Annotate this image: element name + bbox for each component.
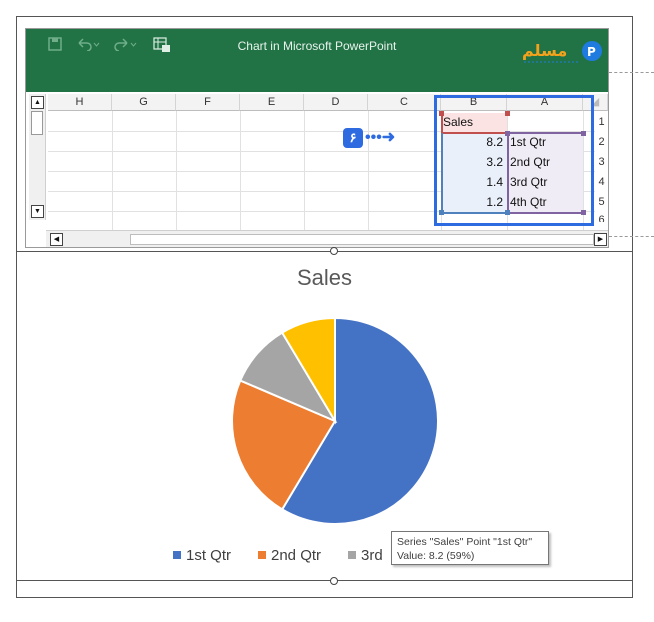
column-header[interactable]: C [368, 94, 441, 111]
legend-entry[interactable]: 1st Qtr [186, 547, 231, 564]
guide-line [609, 72, 654, 73]
grid-line [112, 111, 113, 231]
legend-entry[interactable]: 2nd Qtr [271, 547, 321, 564]
column-header[interactable]: F [176, 94, 240, 111]
frame-divider [16, 580, 633, 581]
vertical-scrollbar[interactable]: ▲ ▼ [29, 94, 46, 220]
scroll-down-icon[interactable]: ▼ [31, 205, 44, 218]
arrow-right-icon: •••➜ [365, 129, 396, 146]
scroll-thumb[interactable] [130, 234, 594, 245]
step-badge: ۶ [343, 128, 363, 148]
column-header[interactable]: G [112, 94, 176, 111]
legend-swatch [258, 551, 266, 559]
grid-line [240, 111, 241, 231]
annotation-highlight-box [434, 95, 594, 226]
chart-title[interactable]: Sales [16, 265, 633, 291]
guide-line [609, 236, 654, 237]
legend-entry[interactable]: 3rd [361, 547, 383, 564]
tooltip-line: Value: 8.2 (59%) [397, 550, 475, 562]
brand-logo: مسلم P [520, 38, 604, 66]
scroll-right-icon[interactable]: ▶ [594, 233, 607, 246]
row-number[interactable]: 1 [595, 116, 608, 128]
row-number[interactable]: 4 [595, 176, 608, 188]
row-number[interactable]: 6 [595, 214, 608, 222]
resize-handle[interactable] [330, 577, 338, 585]
pie-chart[interactable] [220, 306, 450, 536]
chart-data-window[interactable]: Chart in Microsoft PowerPoint مسلم P ▲ ▼… [25, 28, 609, 248]
legend-swatch [173, 551, 181, 559]
grid-line [176, 111, 177, 231]
grid-line [304, 111, 305, 231]
column-header[interactable]: E [240, 94, 304, 111]
row-number[interactable]: 3 [595, 156, 608, 168]
tooltip-line: Series "Sales" Point "1st Qtr" [397, 536, 533, 548]
svg-text:P: P [587, 45, 596, 59]
resize-handle[interactable] [330, 247, 338, 255]
scroll-left-icon[interactable]: ◀ [50, 233, 63, 246]
legend-swatch [348, 551, 356, 559]
row-number[interactable]: 2 [595, 136, 608, 148]
frame-divider [16, 251, 633, 252]
horizontal-scrollbar[interactable]: ◀ ▶ [46, 230, 608, 247]
column-header[interactable]: D [304, 94, 368, 111]
column-header[interactable]: H [48, 94, 112, 111]
row-number[interactable]: 5 [595, 196, 608, 208]
tooltip: Series "Sales" Point "1st Qtr" Value: 8.… [391, 531, 549, 565]
title-bar: Chart in Microsoft PowerPoint مسلم P [26, 29, 608, 92]
scroll-thumb[interactable] [31, 111, 43, 135]
scroll-up-icon[interactable]: ▲ [31, 96, 44, 109]
svg-text:مسلم: مسلم [522, 41, 567, 60]
